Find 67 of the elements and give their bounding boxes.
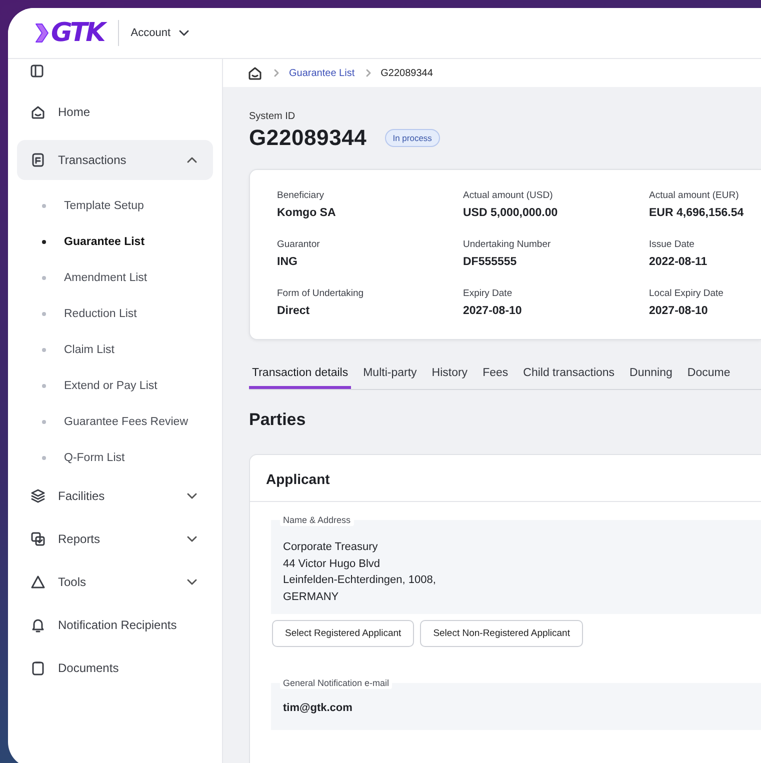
field-label: Actual amount (EUR): [649, 190, 740, 201]
chevron-logo-icon: [34, 21, 50, 45]
field-label: Name & Address: [280, 514, 354, 526]
system-id-label: System ID: [249, 111, 296, 122]
tab[interactable]: Dunning: [626, 367, 676, 389]
breadcrumb-link[interactable]: Guarantee List: [289, 68, 355, 78]
sidebar-subitem[interactable]: Q-Form List: [17, 440, 213, 476]
sidebar-item[interactable]: Home: [17, 92, 213, 132]
field-value: EUR 4,696,156.54: [649, 207, 745, 219]
tab[interactable]: Transaction details: [249, 367, 352, 389]
sidebar-item[interactable]: Reports: [17, 519, 213, 559]
select-button[interactable]: Select Non-Registered Applicant: [420, 620, 583, 647]
tab[interactable]: History: [428, 367, 471, 389]
sidebar-subitem[interactable]: Guarantee Fees Review: [17, 404, 213, 440]
account-menu[interactable]: Account: [128, 24, 193, 42]
field-label: Actual amount (USD): [463, 190, 554, 201]
card-title: Applicant: [250, 455, 761, 502]
system-id: G22089344: [249, 125, 367, 151]
document-icon: [30, 152, 46, 168]
field-value: 2022-08-11: [649, 256, 708, 268]
sidebar-subitem[interactable]: Amendment List: [17, 260, 213, 296]
sidebar-item[interactable]: Notification Recipients: [17, 605, 213, 645]
tab[interactable]: Multi-party: [360, 367, 420, 389]
sidebar-subitem[interactable]: Guarantee List: [17, 224, 213, 260]
field-value: DF555555: [463, 256, 518, 268]
field-value: 2027-08-10: [463, 305, 523, 317]
field-label: Guarantor: [277, 239, 321, 250]
sidebar-toggle-icon[interactable]: [30, 64, 44, 80]
sidebar-subitem[interactable]: Claim List: [17, 332, 213, 368]
sidebar-item[interactable]: Transactions: [17, 140, 213, 180]
address-text: Corporate Treasury 44 Victor Hugo Blvd Leinfelden-Echterdingen, 1008, GERMANY: [283, 540, 437, 604]
field-value: 2027-08-10: [649, 305, 709, 317]
sidebar-item[interactable]: Tools: [17, 562, 213, 602]
field-label: Expiry Date: [463, 288, 514, 299]
field-value: ING: [277, 256, 298, 268]
chevron-right-icon: [272, 68, 280, 78]
sidebar-subitem[interactable]: Template Setup: [17, 188, 213, 224]
email-value: tim@gtk.com: [283, 701, 354, 716]
logo-text: GTK: [51, 18, 104, 48]
clipboard-icon: [30, 660, 46, 676]
field-label: Undertaking Number: [463, 239, 552, 250]
tab[interactable]: Fees: [480, 367, 512, 389]
field-label: Beneficiary: [277, 190, 325, 201]
bell-icon: [30, 617, 46, 633]
triangle-icon: [30, 574, 46, 590]
overlapping-squares-icon: [30, 531, 46, 547]
section-title: Parties: [249, 410, 307, 430]
sidebar-item[interactable]: Documents: [17, 648, 213, 688]
tab[interactable]: Child transactions: [520, 367, 618, 389]
field-value: USD 5,000,000.00: [463, 207, 559, 219]
sidebar-subitem[interactable]: Reduction List: [17, 296, 213, 332]
home-icon: [30, 104, 46, 120]
chevron-right-icon: [364, 68, 372, 78]
status-badge: In process: [384, 129, 440, 147]
field-value: Komgo SA: [277, 207, 337, 219]
sidebar-subitem[interactable]: Extend or Pay List: [17, 368, 213, 404]
tab[interactable]: Docume: [684, 367, 734, 389]
field-label: Local Expiry Date: [649, 288, 724, 299]
field-label: Form of Undertaking: [277, 288, 365, 299]
field-label: General Notification e-mail: [280, 677, 392, 689]
field-value: Direct: [277, 305, 311, 317]
select-button[interactable]: Select Registered Applicant: [272, 620, 414, 647]
sidebar-item[interactable]: Facilities: [17, 476, 213, 516]
breadcrumb-current: G22089344: [380, 68, 433, 78]
layers-icon: [30, 488, 46, 504]
field-label: Issue Date: [649, 239, 696, 250]
home-icon[interactable]: [247, 65, 263, 81]
